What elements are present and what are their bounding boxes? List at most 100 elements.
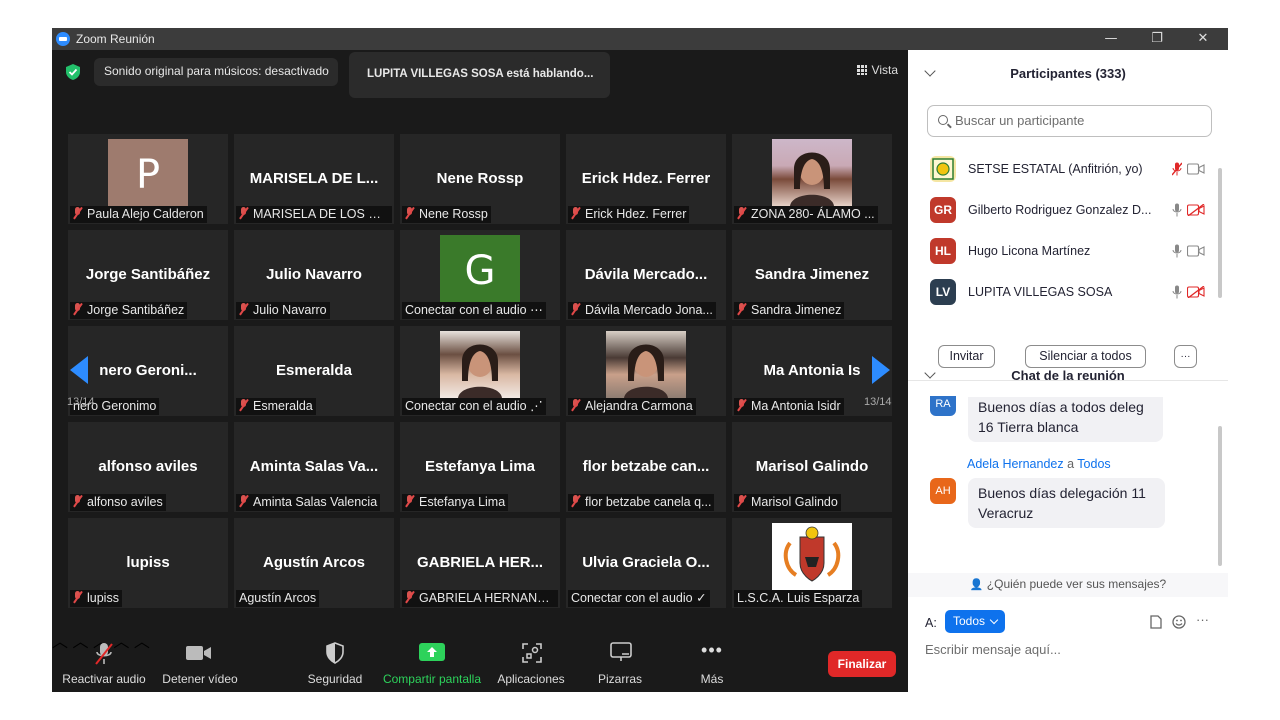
unmute-button[interactable]: Reactivar audio: [56, 628, 152, 692]
tile-name-label: Nene Rossp: [402, 206, 491, 223]
mic-muted-icon: [571, 303, 580, 315]
recipient-dropdown[interactable]: Todos: [945, 610, 1005, 633]
restore-button[interactable]: ❐: [1134, 29, 1180, 49]
video-tile[interactable]: Agustín Arcos Agustín Arcos: [234, 518, 394, 608]
tile-name-label: Marisol Galindo: [734, 494, 841, 511]
tile-display-name: nero Geroni...: [99, 362, 197, 379]
more-button[interactable]: ••• Más: [690, 628, 734, 692]
chat-scrollbar[interactable]: [1218, 426, 1222, 566]
window-title: Zoom Reunión: [76, 32, 155, 46]
video-tile[interactable]: G Conectar con el audio ⋯: [400, 230, 560, 320]
participant-row[interactable]: SETSE ESTATAL (Anfitrión, yo): [928, 150, 1208, 190]
video-tile[interactable]: Estefanya Lima Estefanya Lima: [400, 422, 560, 512]
video-tile[interactable]: Ulvia Graciela O... Conectar con el audio…: [566, 518, 726, 608]
chat-more-icon[interactable]: ···: [1196, 612, 1209, 627]
video-off-icon[interactable]: [1187, 286, 1205, 298]
video-tile[interactable]: Erick Hdez. Ferrer Erick Hdez. Ferrer: [566, 134, 726, 224]
message-sender[interactable]: Adela Hernandez: [967, 457, 1064, 471]
whiteboard-icon: [610, 642, 632, 661]
participant-photo: [772, 523, 852, 590]
participant-photo: [606, 331, 686, 398]
participant-name: SETSE ESTATAL (Anfitrión, yo): [968, 162, 1143, 176]
video-off-icon[interactable]: [1187, 204, 1205, 216]
minimize-button[interactable]: —: [1088, 29, 1134, 49]
video-tile[interactable]: Marisol Galindo Marisol Galindo: [732, 422, 892, 512]
video-tile[interactable]: Conectar con el audio ⋰: [400, 326, 560, 416]
original-sound-badge[interactable]: Sonido original para músicos: desactivad…: [94, 58, 338, 86]
participant-search-placeholder: Buscar un participante: [955, 113, 1085, 128]
tile-display-name: Estefanya Lima: [424, 458, 536, 475]
end-meeting-button[interactable]: Finalizar: [828, 651, 896, 677]
tile-name-label: flor betzabe canela q...: [568, 494, 715, 511]
zoom-logo-icon: [56, 32, 70, 46]
video-tile[interactable]: L.S.C.A. Luis Esparza: [732, 518, 892, 608]
video-tile[interactable]: Dávila Mercado... Dávila Mercado Jona...: [566, 230, 726, 320]
tile-name-label: Aminta Salas Valencia: [236, 494, 381, 511]
microphone-icon[interactable]: [1172, 244, 1182, 258]
tile-name-text: Sandra Jimenez: [751, 303, 842, 317]
video-tile[interactable]: flor betzabe can... flor betzabe canela q…: [566, 422, 726, 512]
participant-search-input[interactable]: Buscar un participante: [927, 105, 1212, 137]
microphone-icon[interactable]: [1172, 285, 1182, 299]
next-page-icon[interactable]: [872, 356, 890, 384]
view-button[interactable]: Vista: [856, 63, 898, 77]
apps-icon: [522, 643, 542, 663]
video-tile[interactable]: Esmeralda Esmeralda: [234, 326, 394, 416]
security-button[interactable]: Seguridad: [300, 628, 370, 692]
whiteboards-button[interactable]: Pizarras: [590, 628, 650, 692]
tile-name-text: Esmeralda: [253, 399, 313, 413]
tile-name-text: lupiss: [87, 591, 119, 605]
stop-video-label: Detener vídeo: [162, 672, 238, 686]
participants-more-button[interactable]: ···: [1174, 345, 1197, 368]
chat-message-input[interactable]: Escribir mensaje aquí...: [925, 642, 1061, 657]
video-tile[interactable]: P Paula Alejo Calderon: [68, 134, 228, 224]
video-tile[interactable]: ZONA 280- ÁLAMO ...: [732, 134, 892, 224]
apps-button[interactable]: Aplicaciones: [494, 628, 568, 692]
share-screen-button[interactable]: Compartir pantalla: [380, 628, 484, 692]
video-tile[interactable]: lupiss lupiss: [68, 518, 228, 608]
message-recipient[interactable]: Todos: [1077, 457, 1110, 471]
video-tile[interactable]: Aminta Salas Va... Aminta Salas Valencia: [234, 422, 394, 512]
invite-button[interactable]: Invitar: [938, 345, 995, 368]
who-can-see-bar[interactable]: 👤 ¿Quién puede ver sus mensajes?: [908, 573, 1228, 597]
tile-display-name: Ulvia Graciela O...: [582, 554, 710, 571]
participant-row[interactable]: GR Gilberto Rodriguez Gonzalez D...: [928, 191, 1208, 231]
video-camera-icon[interactable]: [1187, 245, 1205, 257]
emoji-icon[interactable]: [1172, 615, 1186, 629]
video-tile[interactable]: Sandra Jimenez Sandra Jimenez: [732, 230, 892, 320]
tile-name-text: ZONA 280- ÁLAMO ...: [751, 207, 875, 221]
mic-muted-icon: [95, 643, 113, 665]
stop-video-button[interactable]: Detener vídeo: [156, 628, 244, 692]
participant-row[interactable]: HL Hugo Licona Martínez: [928, 232, 1208, 272]
video-tile[interactable]: Jorge Santibáñez Jorge Santibáñez: [68, 230, 228, 320]
tile-display-name: Jorge Santibáñez: [85, 266, 211, 283]
video-tile[interactable]: GABRIELA HER... GABRIELA HERNAND...: [400, 518, 560, 608]
chat-message-line: 16 Tierra blanca: [978, 419, 1079, 435]
participant-name: LUPITA VILLEGAS SOSA: [968, 285, 1113, 299]
video-tile[interactable]: Alejandra Carmona: [566, 326, 726, 416]
mute-all-button[interactable]: Silenciar a todos: [1025, 345, 1146, 368]
participant-name: Gilberto Rodriguez Gonzalez D...: [968, 203, 1152, 217]
video-tile[interactable]: alfonso aviles alfonso aviles: [68, 422, 228, 512]
mic-muted-icon: [737, 399, 746, 411]
encryption-shield-icon[interactable]: [66, 64, 80, 80]
tile-name-label: lupiss: [70, 590, 122, 607]
video-camera-icon: [186, 646, 211, 660]
participant-row[interactable]: LV LUPITA VILLEGAS SOSA: [928, 273, 1208, 313]
close-button[interactable]: ✕: [1180, 29, 1226, 49]
video-tile[interactable]: MARISELA DE L... MARISELA DE LOS SA...: [234, 134, 394, 224]
mic-muted-icon[interactable]: [1172, 162, 1182, 176]
more-label: Más: [700, 672, 724, 686]
participant-list-scrollbar[interactable]: [1218, 168, 1222, 298]
tile-name-text: L.S.C.A. Luis Esparza: [737, 591, 860, 605]
previous-page-icon[interactable]: [70, 356, 88, 384]
video-tile[interactable]: Nene Rossp Nene Rossp: [400, 134, 560, 224]
file-icon[interactable]: [1150, 615, 1162, 629]
search-icon: [938, 115, 948, 125]
tile-name-label: Ma Antonia Isidr: [734, 398, 844, 415]
video-tile[interactable]: Julio Navarro Julio Navarro: [234, 230, 394, 320]
microphone-icon[interactable]: [1172, 203, 1182, 217]
video-camera-icon[interactable]: [1187, 163, 1205, 175]
mic-muted-icon: [405, 207, 414, 219]
grid-view-icon: [856, 65, 867, 75]
